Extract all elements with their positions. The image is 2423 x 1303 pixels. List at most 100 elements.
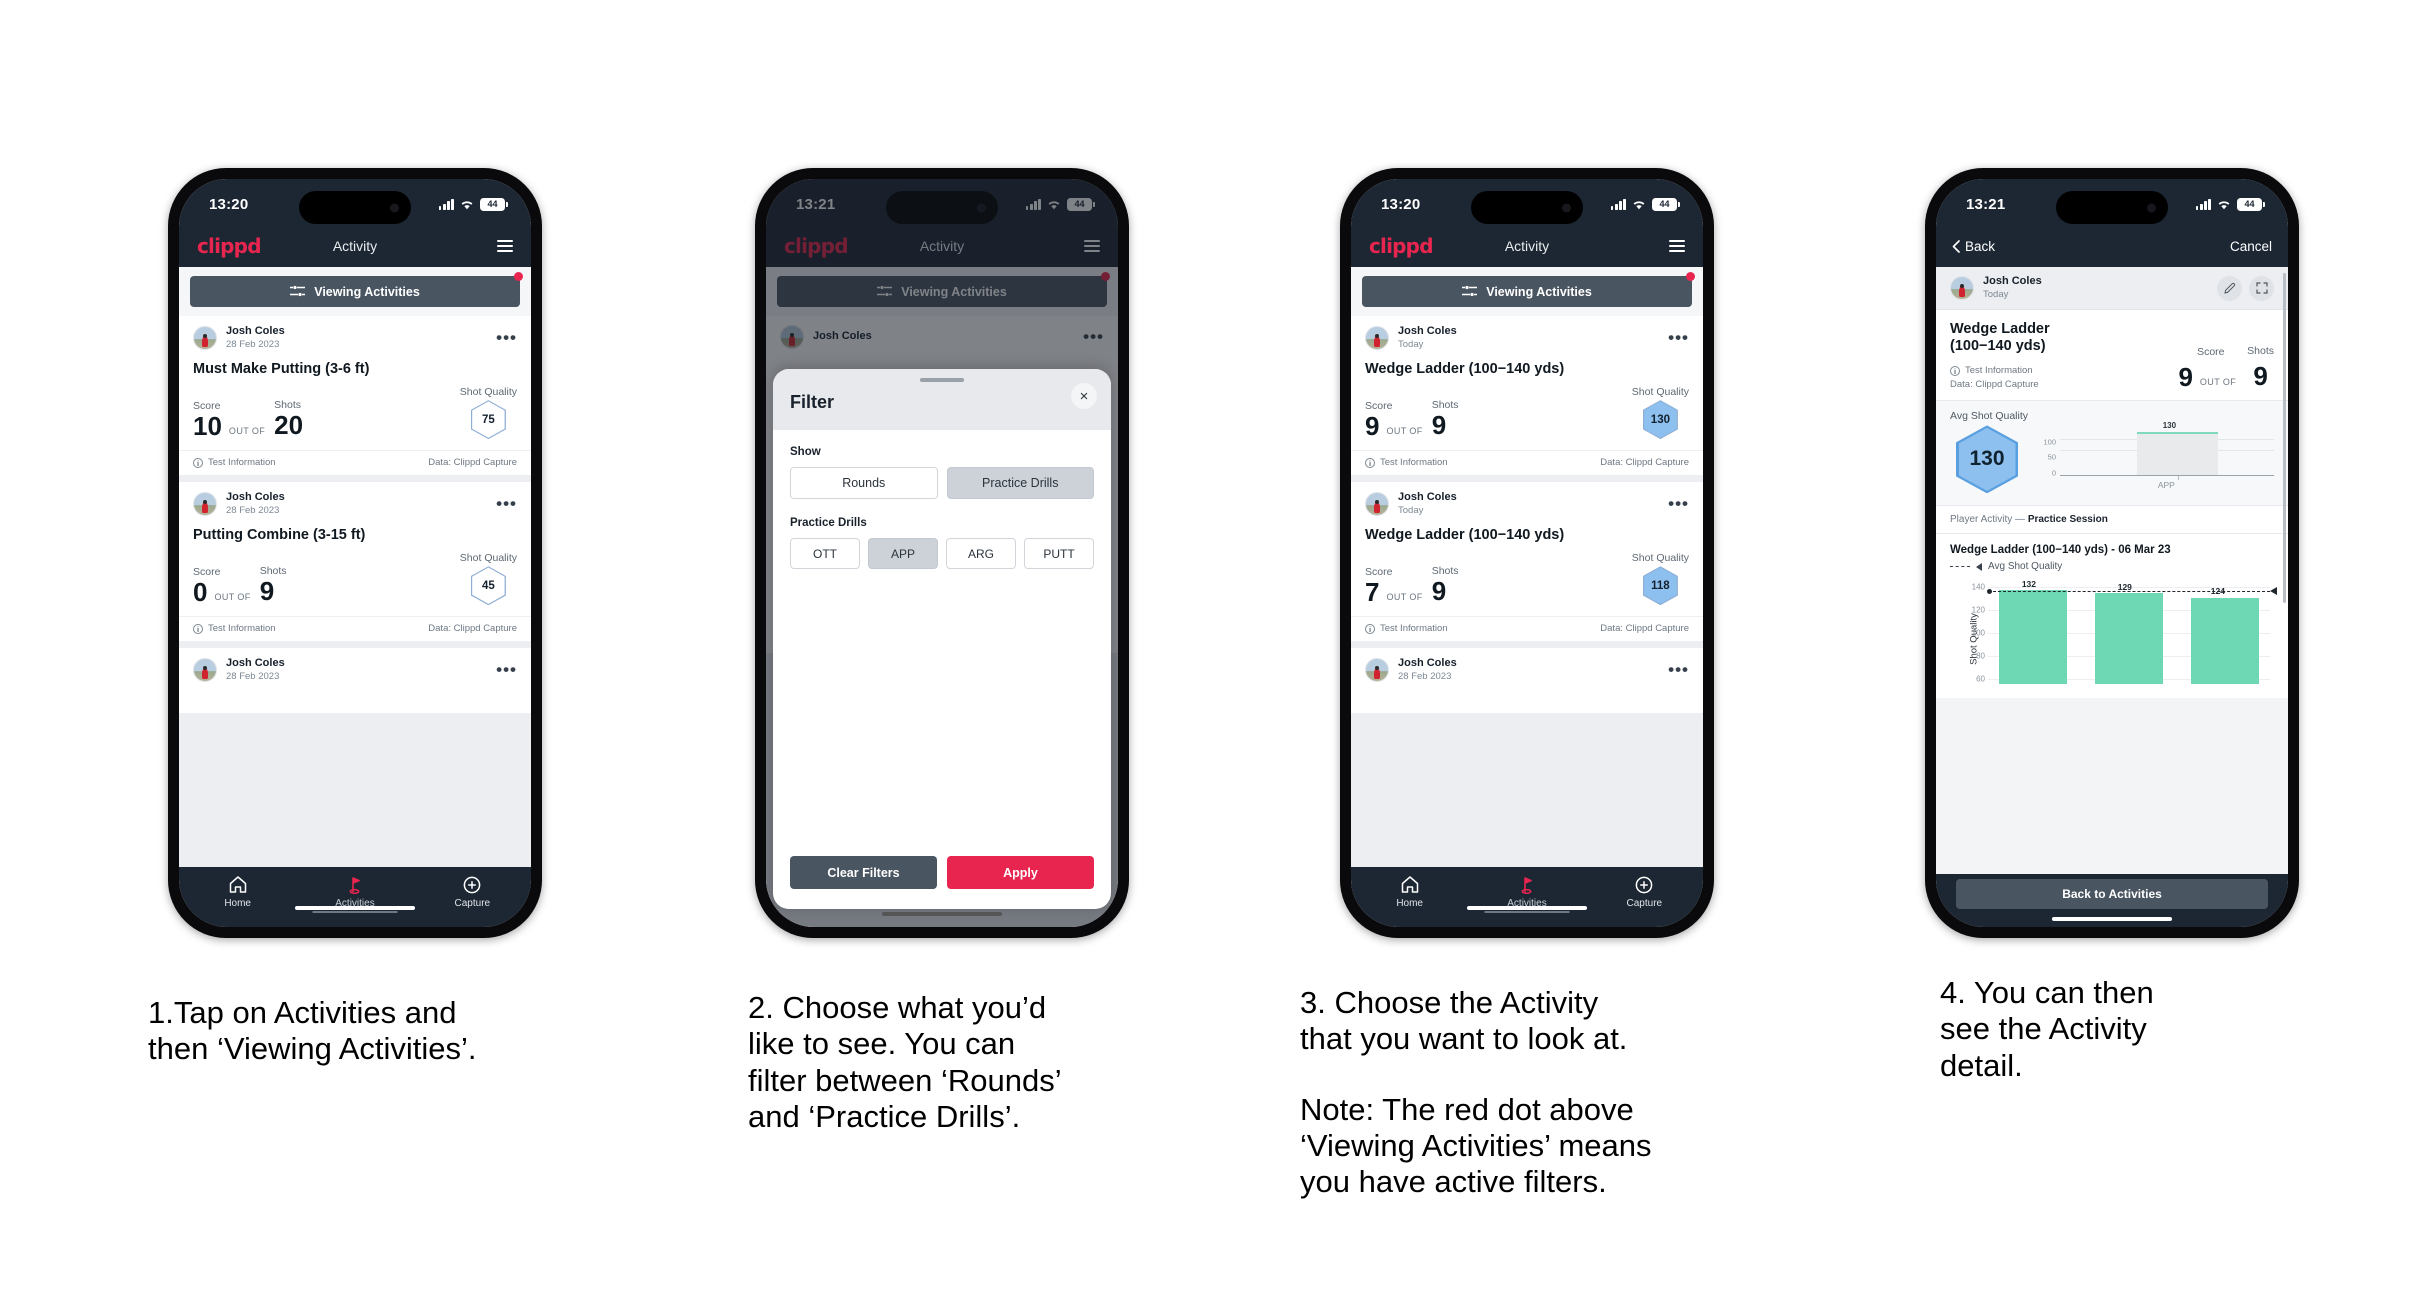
home-indicator bbox=[1467, 905, 1587, 910]
caption-2-line-2: like to see. You can bbox=[748, 1026, 1016, 1062]
tab-activities[interactable]: Activities bbox=[297, 875, 413, 909]
cellular-signal-icon bbox=[1610, 198, 1626, 210]
cancel-button[interactable]: Cancel bbox=[2230, 239, 2272, 254]
player-name: Josh Coles bbox=[226, 657, 285, 670]
back-to-activities-button[interactable]: Back to Activities bbox=[1956, 878, 2268, 909]
activity-date: 28 Feb 2023 bbox=[226, 504, 280, 516]
card-overflow-menu-icon[interactable]: ••• bbox=[496, 661, 517, 678]
info-icon: i bbox=[193, 457, 203, 468]
avg-shot-quality-section: Avg Shot Quality 130 100 50 0 130 APP bbox=[1936, 400, 2288, 506]
detail-player-header: Josh Coles Today bbox=[1936, 267, 2288, 311]
avatar bbox=[193, 326, 217, 351]
wifi-icon bbox=[460, 199, 474, 210]
apply-button[interactable]: Apply bbox=[947, 856, 1094, 889]
player-name: Josh Coles bbox=[226, 325, 285, 337]
bar-1 bbox=[1999, 589, 2067, 685]
caption-3-note-line-3: you have active filters. bbox=[1300, 1164, 1607, 1200]
edit-button[interactable] bbox=[2217, 275, 2242, 301]
active-filter-dot bbox=[1686, 272, 1695, 281]
activity-card[interactable]: Josh Coles 28 Feb 2023 ••• bbox=[1351, 648, 1703, 714]
scrollbar[interactable] bbox=[2283, 273, 2286, 603]
out-of-label: OUT OF bbox=[214, 592, 251, 603]
menu-icon[interactable] bbox=[1669, 240, 1685, 252]
tab-capture[interactable]: Capture bbox=[1586, 875, 1702, 909]
caption-step-4: 4. You can then see the Activity detail. bbox=[1940, 975, 2360, 1084]
activity-card[interactable]: Josh Coles 28 Feb 2023 ••• Putting Combi… bbox=[179, 482, 531, 642]
avatar bbox=[193, 492, 217, 517]
page-title: Activity bbox=[1504, 238, 1550, 254]
filter-sheet-header: Filter × bbox=[773, 369, 1111, 430]
drill-chip-ott[interactable]: OTT bbox=[790, 538, 860, 569]
menu-icon[interactable] bbox=[497, 240, 513, 252]
avg-shot-quality-line bbox=[1987, 586, 2277, 595]
golf-flag-icon bbox=[1521, 876, 1532, 894]
shot-quality-value: 118 bbox=[1651, 579, 1670, 592]
practice-drills-chips: OTT APP ARG PUTT bbox=[790, 538, 1094, 569]
app-bar: clippd Activity bbox=[1351, 225, 1703, 267]
card-overflow-menu-icon[interactable]: ••• bbox=[1668, 329, 1689, 346]
data-source-label: Data: Clippd Capture bbox=[1600, 457, 1689, 469]
card-overflow-menu-icon[interactable]: ••• bbox=[1668, 495, 1689, 512]
show-option-rounds[interactable]: Rounds bbox=[790, 467, 938, 499]
activity-title: Putting Combine (3-15 ft) bbox=[193, 527, 366, 544]
activity-card[interactable]: Josh Coles Today ••• Wedge Ladder (100−1… bbox=[1351, 482, 1703, 642]
ytick-120: 120 bbox=[1971, 605, 1985, 615]
cellular-signal-icon bbox=[438, 198, 454, 210]
tab-home[interactable]: Home bbox=[1352, 875, 1468, 909]
drill-chip-putt[interactable]: PUTT bbox=[1024, 538, 1094, 569]
caption-2-line-4: and ‘Practice Drills’. bbox=[748, 1098, 1021, 1134]
caption-4-line-2: see the Activity bbox=[1940, 1011, 2147, 1047]
page-title: Activity bbox=[332, 238, 378, 254]
tab-activities[interactable]: Activities bbox=[1469, 875, 1585, 909]
avatar bbox=[1365, 658, 1389, 683]
fullscreen-button[interactable] bbox=[2249, 275, 2274, 301]
activity-card[interactable]: Josh Coles 28 Feb 2023 ••• Must Make Put… bbox=[179, 316, 531, 476]
viewing-activities-button[interactable]: Viewing Activities bbox=[190, 276, 520, 307]
avg-shot-quality-label: Avg Shot Quality bbox=[1950, 410, 2029, 423]
info-icon: i bbox=[1950, 365, 1960, 376]
drag-handle[interactable] bbox=[920, 378, 964, 382]
shot-quality-value: 45 bbox=[481, 579, 495, 592]
activity-feed[interactable]: Josh Coles 28 Feb 2023 ••• Must Make Put… bbox=[179, 316, 531, 867]
caption-1-line-1: 1.Tap on Activities and bbox=[148, 995, 457, 1030]
shot-quality-badge: 45 bbox=[470, 566, 506, 606]
test-information-link[interactable]: Test Information bbox=[1965, 365, 2033, 376]
home-indicator bbox=[2052, 916, 2172, 921]
card-overflow-menu-icon[interactable]: ••• bbox=[1668, 661, 1689, 678]
chart-legend: Avg Shot Quality bbox=[1950, 561, 2274, 572]
clear-filters-button[interactable]: Clear Filters bbox=[790, 856, 937, 889]
viewing-activities-button[interactable]: Viewing Activities bbox=[1362, 276, 1692, 307]
card-overflow-menu-icon[interactable]: ••• bbox=[496, 329, 517, 346]
shot-quality-badge: 75 bbox=[470, 400, 506, 440]
filter-sheet-body: Show Rounds Practice Drills Practice Dri… bbox=[773, 430, 1111, 842]
ytick-100: 100 bbox=[1971, 628, 1985, 638]
phone-1-activities-list: 13:20 44 clippd Activity Viewing Activit… bbox=[168, 168, 542, 938]
drill-chip-app[interactable]: APP bbox=[868, 538, 938, 569]
test-information-link[interactable]: Test Information bbox=[208, 623, 276, 634]
mini-ytick-100: 100 bbox=[2043, 437, 2056, 447]
tab-home[interactable]: Home bbox=[180, 875, 296, 909]
drill-chip-arg[interactable]: ARG bbox=[946, 538, 1016, 569]
mini-ytick-50: 50 bbox=[2047, 452, 2056, 462]
activity-stats: Score 9 OUT OF Shots 9 Shot Quality 130 bbox=[1351, 377, 1703, 450]
close-icon[interactable]: × bbox=[1071, 383, 1097, 409]
player-activity-row: Player Activity — Practice Session bbox=[1936, 505, 2288, 535]
card-overflow-menu-icon[interactable]: ••• bbox=[496, 495, 517, 512]
score-value: 0 bbox=[193, 577, 208, 608]
detail-body[interactable]: Josh Coles Today Wedge Ladder (100−140 y… bbox=[1936, 267, 2288, 874]
test-information-link[interactable]: Test Information bbox=[208, 457, 276, 468]
filter-sheet: Filter × Show Rounds Practice Drills Pra… bbox=[773, 369, 1111, 909]
test-information-link[interactable]: Test Information bbox=[1380, 457, 1448, 468]
shot-quality-label: Shot Quality bbox=[1631, 552, 1689, 565]
test-information-link[interactable]: Test Information bbox=[1380, 623, 1448, 634]
tab-capture[interactable]: Capture bbox=[414, 875, 530, 909]
show-option-practice-drills[interactable]: Practice Drills bbox=[946, 467, 1094, 499]
shot-quality-label: Shot Quality bbox=[1631, 386, 1689, 399]
activity-card[interactable]: Josh Coles 28 Feb 2023 ••• bbox=[179, 648, 531, 714]
back-button[interactable]: Back bbox=[1952, 239, 1995, 254]
activity-card[interactable]: Josh Coles Today ••• Wedge Ladder (100−1… bbox=[1351, 316, 1703, 476]
avatar bbox=[1950, 276, 1974, 301]
caption-step-2: 2. Choose what you’d like to see. You ca… bbox=[748, 990, 1268, 1135]
activity-feed[interactable]: Josh Coles Today ••• Wedge Ladder (100−1… bbox=[1351, 316, 1703, 867]
mini-chart-y-axis: 100 50 0 bbox=[2032, 428, 2058, 490]
